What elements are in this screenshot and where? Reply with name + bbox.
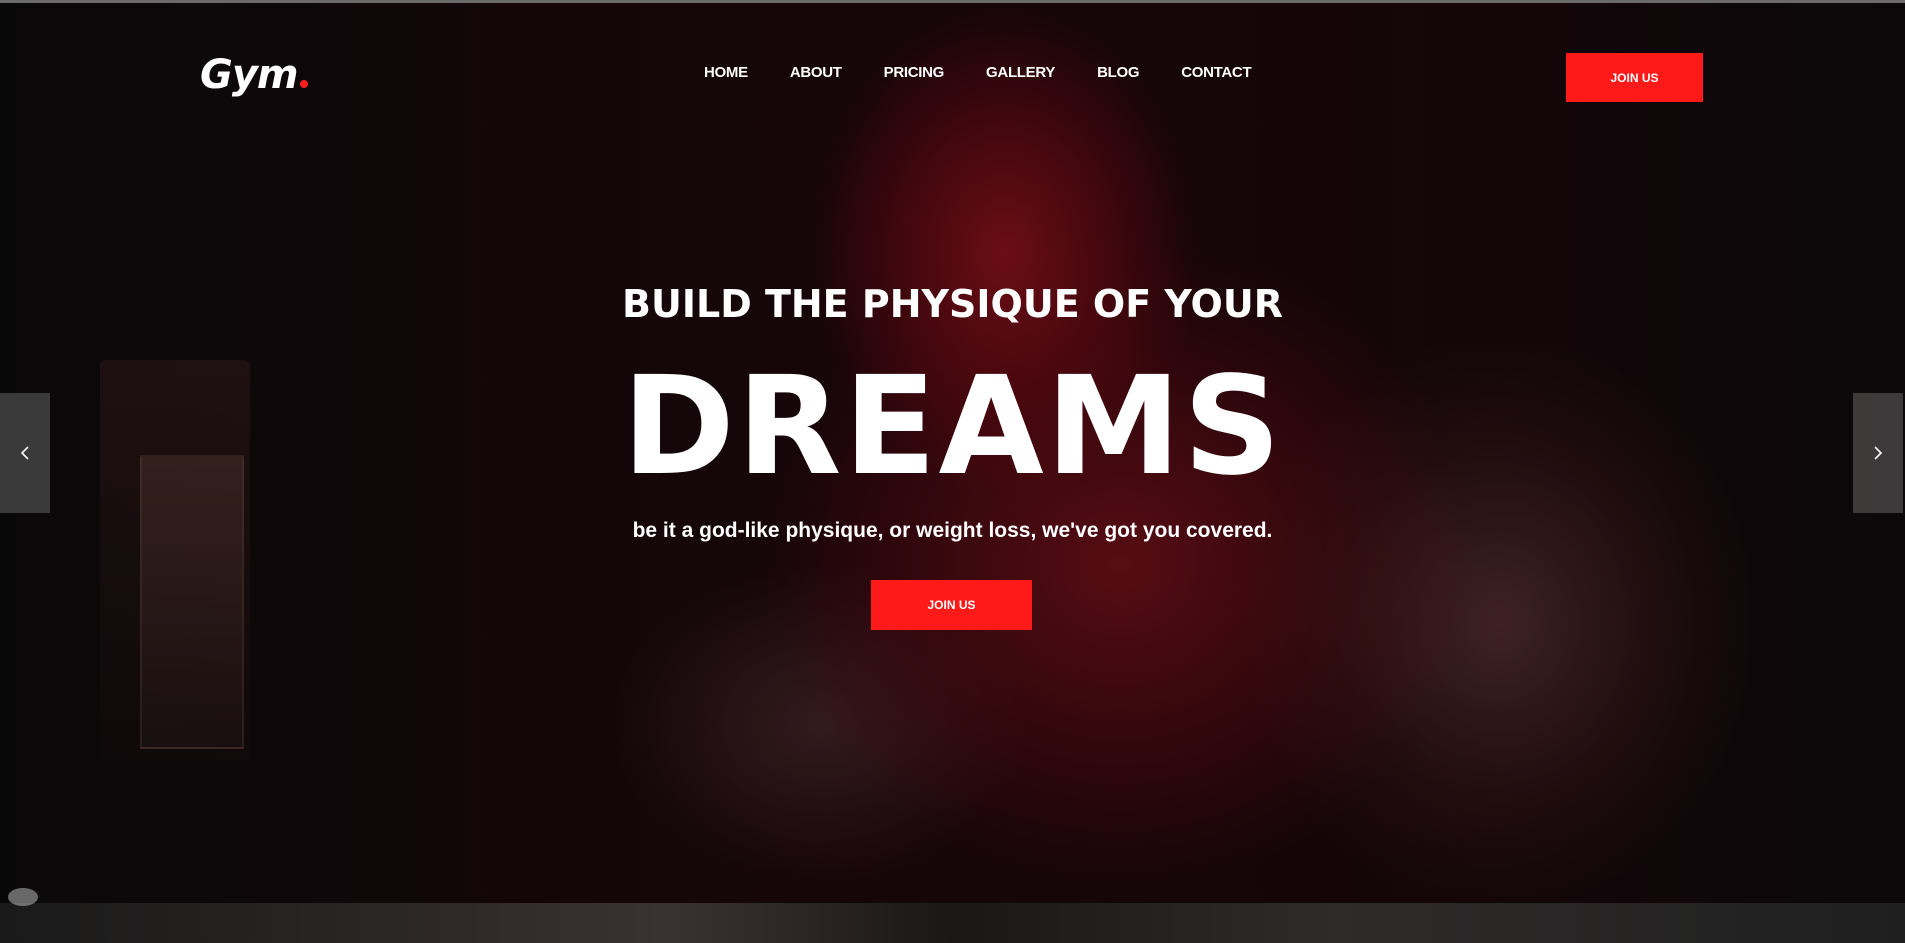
logo-text: Gym: [200, 52, 299, 98]
page: Gym HOME ABOUT PRICING GALLERY BLOG CONT…: [0, 0, 1905, 943]
nav-item-gallery[interactable]: GALLERY: [986, 64, 1055, 81]
logo[interactable]: Gym: [200, 52, 308, 98]
carousel-next-button[interactable]: [1853, 393, 1903, 513]
next-section-preview: [0, 903, 1905, 943]
scroll-indicator: [8, 888, 38, 906]
hero-subtitle: BUILD THE PHYSIQUE OF YOUR: [622, 282, 1283, 326]
main-nav: HOME ABOUT PRICING GALLERY BLOG CONTACT: [704, 64, 1293, 81]
header-join-button[interactable]: JOIN US: [1566, 53, 1703, 102]
nav-item-blog[interactable]: BLOG: [1097, 64, 1139, 81]
hero-description: be it a god-like physique, or weight los…: [632, 519, 1273, 542]
hero-join-button[interactable]: JOIN US: [871, 580, 1032, 630]
chevron-right-icon: [1874, 446, 1883, 460]
hero-title: DREAMS: [621, 348, 1284, 506]
carousel-prev-button[interactable]: [0, 393, 50, 513]
nav-item-home[interactable]: HOME: [704, 64, 748, 81]
nav-item-contact[interactable]: CONTACT: [1181, 64, 1251, 81]
chevron-left-icon: [20, 446, 29, 460]
nav-item-pricing[interactable]: PRICING: [884, 64, 945, 81]
logo-dot: [299, 80, 308, 88]
nav-item-about[interactable]: ABOUT: [790, 64, 842, 81]
